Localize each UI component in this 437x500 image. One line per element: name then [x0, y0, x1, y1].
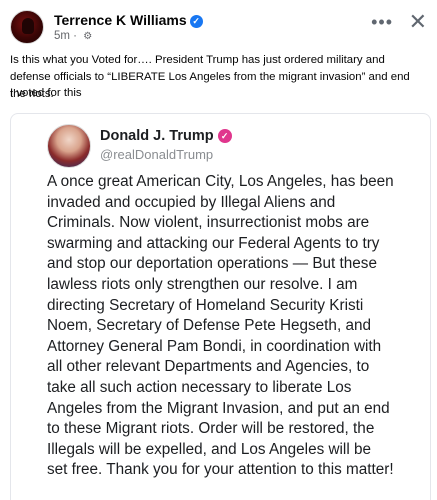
more-horizontal-icon: ••• [371, 12, 393, 32]
embedded-author-avatar [47, 124, 91, 168]
embedded-author-handle: @realDonaldTrump [100, 147, 214, 162]
author-name[interactable]: Terrence K Williams [54, 12, 187, 28]
embedded-author-name-row: Donald J. Trump ✓ [100, 128, 232, 144]
author-name-row[interactable]: Terrence K Williams ✓ [54, 12, 203, 28]
embedded-author-name: Donald J. Trump [100, 128, 214, 144]
post-meta: 5m · ⚙ [54, 30, 93, 42]
author-avatar[interactable] [10, 10, 44, 44]
embedded-post-card[interactable]: Donald J. Trump ✓ @realDonaldTrump A once… [10, 113, 431, 500]
close-icon: ✕ [408, 9, 427, 34]
post-header: Terrence K Williams ✓ 5m · ⚙ ••• ✕ [10, 10, 427, 44]
verified-badge-icon: ✓ [217, 129, 232, 143]
gear-icon[interactable]: ⚙ [83, 31, 92, 42]
close-button[interactable]: ✕ [409, 10, 427, 34]
embedded-post-body: A once great American City, Los Angeles,… [47, 173, 394, 479]
more-options-button[interactable]: ••• [371, 12, 393, 33]
post-time[interactable]: 5m [54, 30, 70, 42]
verified-badge-icon: ✓ [189, 15, 203, 28]
post-text-secondary: I voted for this [10, 87, 82, 99]
